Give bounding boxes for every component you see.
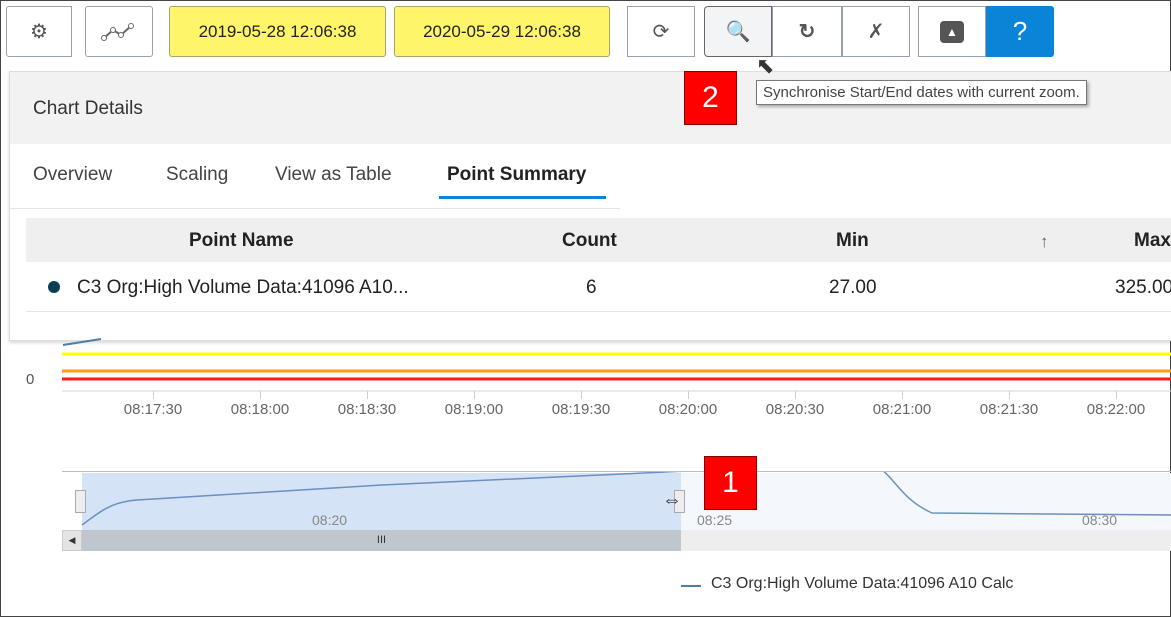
annotation-badge-1: 1 (704, 456, 757, 510)
calendar-search-icon: 🔍 (725, 21, 751, 43)
x-tick-mark (474, 391, 475, 399)
tab-overview[interactable]: Overview (33, 164, 112, 186)
legend-item[interactable]: C3 Org:High Volume Data:41096 A10 Calc (711, 575, 1013, 593)
point-name-cell: C3 Org:High Volume Data:41096 A10... (77, 277, 409, 298)
image-icon: ▲ (940, 20, 964, 43)
reset-button[interactable]: ↻ (772, 6, 842, 57)
navigator[interactable]: 08:20 08:25 08:30 ⇔ ◀ III (62, 471, 1171, 551)
series-line (62, 338, 102, 346)
start-date-button[interactable]: 2019-05-28 12:06:38 (169, 6, 386, 57)
x-tick-mark (153, 391, 154, 399)
x-tick-label: 08:20:00 (658, 401, 718, 418)
chart-details-button[interactable] (85, 6, 153, 57)
x-tick-mark (1116, 391, 1117, 399)
column-min[interactable]: Min (836, 230, 869, 252)
gear-icon: ⚙ (30, 21, 48, 43)
navigator-tick: 08:30 (1082, 512, 1118, 528)
end-date-button[interactable]: 2020-05-29 12:06:38 (394, 6, 610, 57)
max-cell: 325.00 (1115, 277, 1171, 298)
x-tick-mark (1009, 391, 1010, 399)
sync-zoom-button[interactable]: 🔍 (704, 6, 772, 57)
panel-title: Chart Details (33, 98, 143, 119)
column-count[interactable]: Count (562, 230, 617, 252)
mouse-cursor-icon: ⬉ (756, 53, 775, 78)
refresh-button[interactable]: ⟳ (627, 6, 695, 57)
x-tick-mark (902, 391, 903, 399)
min-cell: 27.00 (829, 277, 877, 298)
tooltip: Synchronise Start/End dates with current… (756, 80, 1087, 105)
series-dot-icon (48, 281, 60, 293)
annotation-badge-2: 2 (684, 71, 737, 125)
x-tick-mark (260, 391, 261, 399)
unzoom-button[interactable]: ✗ (842, 6, 910, 57)
navigator-tick: 08:20 (312, 512, 348, 528)
x-tick-label: 08:18:00 (230, 401, 290, 418)
x-tick-label: 08:20:30 (765, 401, 825, 418)
column-max[interactable]: Max (1134, 230, 1171, 252)
line-chart-icon (101, 22, 134, 41)
resize-cursor-icon: ⇔ (662, 489, 682, 511)
chart-details-panel: Chart Details Overview Scaling View as T… (9, 71, 1171, 341)
navigator-tick: 08:25 (697, 512, 733, 528)
x-tick-label: 08:19:30 (551, 401, 611, 418)
navigator-left-handle[interactable] (75, 490, 86, 513)
x-tick-label: 08:22:00 (1086, 401, 1146, 418)
x-tick-label: 08:17:30 (123, 401, 183, 418)
x-tick-mark (581, 391, 582, 399)
x-tick-label: 08:21:30 (979, 401, 1039, 418)
navigator-series-line (81, 472, 1171, 526)
undo-icon: ↻ (798, 21, 816, 43)
y-axis-label: 0 (26, 371, 35, 388)
tab-scaling[interactable]: Scaling (166, 164, 228, 186)
x-tick-label: 08:18:30 (337, 401, 397, 418)
help-button[interactable]: ? (986, 6, 1054, 57)
x-tick-mark (367, 391, 368, 399)
legend-line-icon (681, 585, 701, 587)
scroll-left-arrow-icon[interactable]: ◀ (62, 530, 82, 551)
x-tick-mark (688, 391, 689, 399)
settings-button[interactable]: ⚙ (6, 6, 72, 57)
tab-point-summary[interactable]: Point Summary (447, 164, 586, 186)
export-image-button[interactable]: ▲ (918, 6, 986, 57)
refresh-icon: ⟳ (652, 21, 670, 43)
tab-view-as-table[interactable]: View as Table (275, 164, 392, 186)
count-cell: 6 (586, 277, 597, 298)
active-tab-indicator (439, 196, 606, 199)
sort-ascending-icon[interactable]: ↑ (1040, 232, 1049, 252)
column-point-name[interactable]: Point Name (189, 230, 294, 252)
x-tick-label: 08:21:00 (872, 401, 932, 418)
x-tick-label: 08:19:00 (444, 401, 504, 418)
x-tick-mark (795, 391, 796, 399)
collapse-icon: ✗ (867, 21, 885, 43)
scrollbar-thumb[interactable]: III (82, 530, 681, 551)
main-chart-area (62, 338, 1171, 392)
